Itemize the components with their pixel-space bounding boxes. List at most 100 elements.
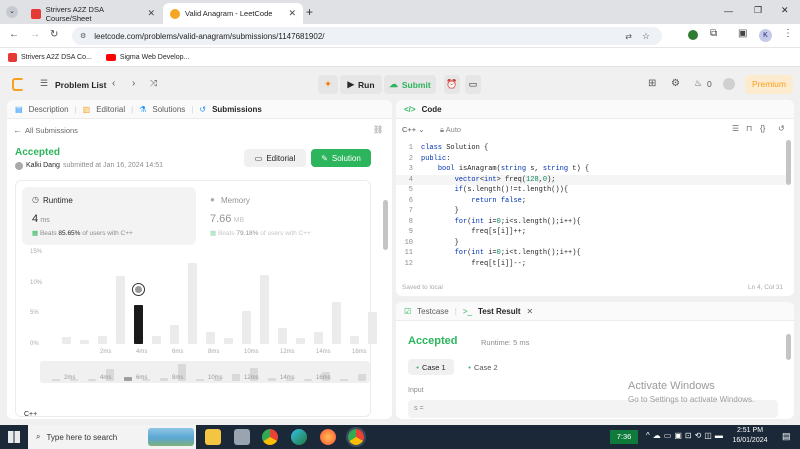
chart-bar[interactable] bbox=[260, 275, 269, 344]
all-submissions-link[interactable]: All Submissions bbox=[25, 126, 78, 135]
chrome-active-icon[interactable] bbox=[346, 427, 366, 447]
notifications-icon[interactable]: ▤ bbox=[782, 431, 791, 442]
tab-solutions[interactable]: Solutions bbox=[152, 105, 185, 114]
chart-range-slider[interactable]: 2ms 4ms 6ms 8ms 10ms 12ms 14ms 16ms bbox=[40, 361, 370, 383]
code-line[interactable]: 4 vector<int> freq(128,0); bbox=[396, 174, 786, 185]
windows-start-icon[interactable] bbox=[8, 431, 20, 443]
code-line[interactable]: 12 freq[t[i]]--; bbox=[396, 259, 786, 270]
sidepanel-icon[interactable]: ▣ bbox=[738, 28, 747, 39]
prev-problem-icon[interactable]: ‹ bbox=[112, 78, 115, 89]
puzzle-icon[interactable]: ⧉ bbox=[710, 28, 717, 39]
reset-icon[interactable]: ↺ bbox=[778, 124, 785, 133]
tab-test-result[interactable]: Test Result bbox=[478, 307, 521, 316]
taskbar-search-box[interactable]: ⌕ Type here to search bbox=[28, 425, 196, 449]
reload-icon[interactable]: ↻ bbox=[50, 29, 58, 40]
chart-bar[interactable] bbox=[224, 337, 233, 344]
chart-bar[interactable] bbox=[278, 327, 287, 344]
close-icon[interactable]: ✕ bbox=[147, 8, 155, 19]
tab-description[interactable]: Description bbox=[29, 105, 69, 114]
chart-bar[interactable] bbox=[116, 276, 125, 344]
translate-icon[interactable]: ⇄ bbox=[625, 32, 632, 41]
next-problem-icon[interactable]: › bbox=[132, 78, 135, 89]
code-line[interactable]: 9 freq[s[i]]++; bbox=[396, 227, 786, 238]
chart-bar[interactable] bbox=[332, 302, 341, 344]
browser-tab-leetcode[interactable]: Valid Anagram - LeetCode ✕ bbox=[163, 3, 303, 24]
bookmark-icon[interactable]: ⊓ bbox=[746, 124, 752, 133]
tab-submissions[interactable]: Submissions bbox=[212, 105, 262, 114]
problem-list-link[interactable]: Problem List bbox=[55, 80, 106, 90]
submit-button[interactable]: ☁ Submit bbox=[384, 75, 436, 94]
edge-icon[interactable] bbox=[291, 429, 307, 445]
solution-button[interactable]: ✎ Solution bbox=[311, 149, 371, 167]
tab-editorial[interactable]: Editorial bbox=[96, 105, 125, 114]
minimize-button[interactable]: — bbox=[724, 6, 733, 16]
auto-mode[interactable]: 🔒︎ Auto bbox=[440, 125, 461, 135]
code-scrollbar[interactable] bbox=[786, 140, 791, 185]
language-select[interactable]: C++ ⌄ bbox=[402, 125, 425, 134]
case-2-tab[interactable]: • Case 2 bbox=[460, 359, 506, 375]
notes-icon[interactable]: ▭ bbox=[465, 75, 481, 94]
site-info-icon[interactable]: ⚙ bbox=[80, 32, 86, 40]
problem-list-icon[interactable]: ☰ bbox=[40, 78, 48, 89]
code-line[interactable]: 11 for(int i=0;i<t.length();i++){ bbox=[396, 248, 786, 259]
braces-icon[interactable]: {} bbox=[760, 124, 765, 133]
chart-bar[interactable] bbox=[152, 336, 161, 344]
browser-tab-strivers[interactable]: Strivers A2Z DSA Course/Sheet ✕ bbox=[24, 3, 162, 24]
share-link-icon[interactable]: ⛓ bbox=[373, 125, 383, 134]
run-button[interactable]: ▶ Run bbox=[340, 75, 382, 94]
window-close-button[interactable]: ✕ bbox=[781, 5, 789, 16]
system-tray-icons[interactable]: ^☁▭▣⊡⟲◫▬ bbox=[646, 431, 726, 440]
timer-widget[interactable]: 7:36 bbox=[610, 430, 638, 444]
layout-icon[interactable]: ⊞ bbox=[648, 78, 656, 89]
leetcode-logo-icon[interactable] bbox=[12, 78, 24, 91]
chart-bar[interactable] bbox=[206, 331, 215, 344]
chart-bar[interactable] bbox=[80, 339, 89, 344]
case-1-tab[interactable]: • Case 1 bbox=[408, 359, 454, 375]
runtime-card[interactable]: ◷ Runtime 4 ms ▦ Beats 85.65% of users w… bbox=[22, 187, 196, 245]
chart-bar[interactable] bbox=[188, 263, 197, 344]
bookmark-sigma[interactable]: Sigma Web Develop... bbox=[105, 53, 189, 61]
shuffle-icon[interactable]: ⤨ bbox=[150, 78, 157, 89]
format-icon[interactable]: ☰ bbox=[732, 124, 739, 133]
tab-testcase[interactable]: Testcase bbox=[417, 307, 449, 316]
code-line[interactable]: 2 public: bbox=[396, 154, 786, 165]
user-avatar[interactable] bbox=[723, 78, 735, 90]
streak-flame-icon[interactable]: ♨ bbox=[694, 78, 702, 89]
bookmark-strivers[interactable]: Strivers A2Z DSA Co... bbox=[8, 52, 92, 62]
camera-app-icon[interactable] bbox=[234, 429, 250, 445]
file-explorer-icon[interactable] bbox=[205, 429, 221, 445]
debug-icon[interactable]: ✦ bbox=[318, 75, 338, 94]
memory-card[interactable]: ● Memory 7.66 MB ▦ Beats 79.18% of users… bbox=[204, 187, 364, 245]
back-icon[interactable]: ← bbox=[9, 29, 19, 40]
firefox-icon[interactable] bbox=[320, 429, 336, 445]
forward-icon[interactable]: → bbox=[30, 29, 40, 40]
extension-icon[interactable] bbox=[688, 30, 698, 40]
chart-bar[interactable] bbox=[62, 336, 71, 344]
browser-menu-icon[interactable]: ⋮ bbox=[783, 28, 793, 39]
tab-search-button[interactable]: ⌄ bbox=[6, 6, 18, 18]
code-line[interactable]: 3 bool isAnagram(string s, string t) { bbox=[396, 164, 786, 175]
code-line[interactable]: 1 class Solution { bbox=[396, 143, 786, 154]
clock-time[interactable]: 2:51 PM bbox=[732, 427, 768, 434]
premium-button[interactable]: Premium bbox=[745, 75, 793, 94]
code-line[interactable]: 10 } bbox=[396, 238, 786, 249]
code-line[interactable]: 8 for(int i=0;i<s.length();i++){ bbox=[396, 217, 786, 228]
chart-bar[interactable] bbox=[314, 331, 323, 344]
restore-button[interactable]: ❐ bbox=[754, 5, 762, 16]
chart-bar[interactable] bbox=[368, 311, 377, 344]
author-name[interactable]: Kalki Dang bbox=[26, 162, 60, 169]
chart-bar[interactable] bbox=[98, 335, 107, 344]
code-editor[interactable]: 1 class Solution {2 public: 3 bool isAnagra… bbox=[396, 143, 786, 273]
chart-bar[interactable] bbox=[170, 325, 179, 344]
back-arrow-icon[interactable]: ← bbox=[13, 125, 22, 135]
code-line[interactable]: 5 if(s.length()!=t.length()){ bbox=[396, 185, 786, 196]
code-line[interactable]: 6 return false; bbox=[396, 196, 786, 207]
code-line[interactable]: 7 } bbox=[396, 206, 786, 217]
test-scrollbar[interactable] bbox=[786, 334, 791, 360]
address-bar[interactable]: ⚙ leetcode.com/problems/valid-anagram/su… bbox=[72, 27, 662, 45]
bookmark-star-icon[interactable]: ☆ bbox=[642, 31, 650, 42]
chart-bar[interactable] bbox=[242, 311, 251, 344]
chart-bar-selected[interactable] bbox=[134, 305, 143, 344]
chart-bar[interactable] bbox=[350, 336, 359, 344]
clock-date[interactable]: 16/01/2024 bbox=[728, 437, 772, 444]
